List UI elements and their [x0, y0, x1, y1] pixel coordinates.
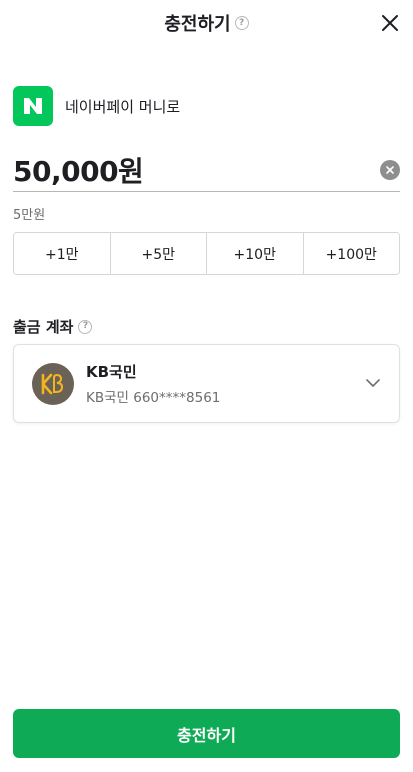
account-selector[interactable]: KB국민 KB국민 660****8561: [13, 344, 400, 423]
quick-amount-buttons: +1만 +5만 +10만 +100만: [13, 232, 400, 275]
page-title: 충전하기: [164, 14, 231, 35]
account-info: KB국민 KB국민 660****8561: [86, 361, 365, 406]
header: 충전하기 ?: [0, 0, 413, 46]
account-number: KB국민 660****8561: [86, 390, 221, 406]
charge-page: 충전하기 ? 네이버페이 머니로 50,000원 5만원 +1만 +5만 +10…: [0, 0, 413, 772]
amount-value[interactable]: 50,000원: [13, 150, 144, 190]
header-title-group: 충전하기 ?: [164, 10, 249, 36]
question-circle-icon[interactable]: ?: [234, 16, 249, 30]
amount-hint: 5만원: [13, 208, 46, 223]
question-circle-icon[interactable]: ?: [78, 319, 93, 334]
naver-n-logo-icon: [13, 86, 53, 126]
amount-input-row[interactable]: 50,000원: [13, 148, 400, 192]
add-1000000-button[interactable]: +100만: [303, 233, 399, 274]
add-10000-button[interactable]: +1만: [14, 233, 111, 274]
charge-button-label: 충전하기: [177, 725, 236, 745]
add-50000-button[interactable]: +5만: [110, 233, 207, 274]
bank-name: KB국민: [86, 363, 137, 381]
charge-button[interactable]: 충전하기: [13, 709, 400, 758]
withdraw-account-header: 출금 계좌 ?: [13, 316, 93, 337]
close-button[interactable]: [379, 12, 401, 34]
close-icon: [382, 15, 398, 31]
clear-circle-icon: [386, 165, 394, 174]
add-100000-button[interactable]: +10만: [207, 233, 304, 274]
section-label: 출금 계좌: [13, 318, 74, 336]
clear-button[interactable]: [380, 159, 400, 180]
chevron-down-icon[interactable]: [365, 376, 381, 392]
kb-bank-logo-icon: [32, 362, 74, 405]
source-label: 네이버페이 머니로: [65, 97, 181, 116]
charge-source: 네이버페이 머니로: [13, 86, 400, 126]
